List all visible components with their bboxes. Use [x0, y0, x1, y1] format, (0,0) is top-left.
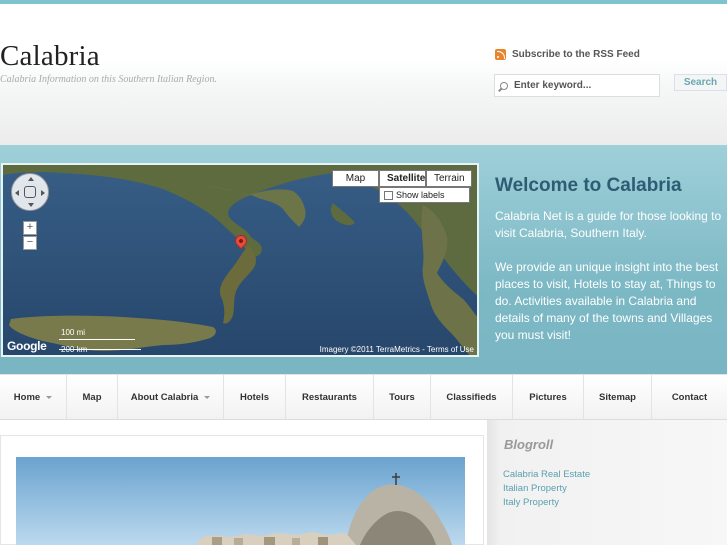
blogroll-link-italy-property[interactable]: Italy Property [503, 496, 590, 510]
search-button[interactable]: Search [674, 74, 727, 91]
map-type-selector: Map Satellite Terrain [332, 170, 472, 187]
nav-item-restaurants[interactable]: Restaurants [286, 375, 374, 419]
map-type-map[interactable]: Map [332, 170, 379, 187]
zoom-out-button[interactable]: − [23, 236, 37, 250]
show-labels-text: Show labels [396, 190, 445, 200]
nav-label: Tours [389, 391, 415, 403]
map-type-terrain[interactable]: Terrain [426, 170, 472, 187]
map-pan-control[interactable] [11, 173, 49, 211]
map-attribution[interactable]: Imagery ©2011 TerraMetrics - Terms of Us… [320, 345, 474, 354]
nav-label: Pictures [529, 391, 567, 403]
search-icon [500, 81, 508, 90]
welcome-title: Welcome to Calabria [495, 175, 682, 196]
coastal-town-image [16, 457, 465, 545]
pan-left-icon[interactable] [15, 190, 19, 196]
nav-item-tours[interactable]: Tours [374, 375, 431, 419]
show-labels-checkbox[interactable] [384, 190, 393, 200]
featured-photo[interactable] [16, 457, 465, 545]
chevron-down-icon [46, 395, 53, 399]
scale-miles: 100 mi [61, 328, 86, 337]
nav-label: Contact [671, 391, 708, 403]
nav-item-classifieds[interactable]: Classifieds [431, 375, 513, 419]
nav-label: Hotels [239, 391, 270, 403]
site-tagline: Calabria Information on this Southern It… [0, 74, 217, 85]
pan-up-icon[interactable] [28, 177, 34, 181]
nav-label: Restaurants [302, 391, 357, 403]
pan-right-icon[interactable] [41, 190, 45, 196]
map-logo: Google [7, 339, 47, 353]
blogroll-list: Calabria Real Estate Italian Property It… [503, 468, 590, 510]
nav-label: About Calabria [130, 391, 199, 403]
welcome-text: Calabria Net is a guide for those lookin… [495, 208, 727, 344]
blogroll-title: Blogroll [504, 437, 554, 452]
nav-label: Home [13, 391, 41, 403]
welcome-paragraph-2: We provide an unique insight into the be… [495, 260, 719, 342]
show-labels-toggle[interactable]: Show labels [379, 187, 470, 203]
nav-item-map[interactable]: Map [67, 375, 118, 419]
main-nav: Home Map About Calabria Hotels Restauran… [0, 374, 727, 420]
search-box [494, 74, 660, 97]
blogroll-link-italian-property[interactable]: Italian Property [503, 482, 590, 496]
map-scale: 100 mi 200 km [55, 327, 141, 355]
nav-item-contact[interactable]: Contact [652, 375, 727, 419]
map-controls: + − [11, 173, 49, 250]
rss-label: Subscribe to the RSS Feed [512, 49, 640, 60]
rss-subscribe-link[interactable]: Subscribe to the RSS Feed [495, 49, 640, 60]
nav-item-about-calabria[interactable]: About Calabria [118, 375, 224, 419]
search-input[interactable] [514, 80, 654, 91]
nav-item-pictures[interactable]: Pictures [513, 375, 584, 419]
map-widget[interactable]: + − Map Satellite Terrain Show labels Go… [1, 163, 479, 357]
hand-icon [24, 186, 36, 198]
nav-item-home[interactable]: Home [0, 375, 67, 419]
site-title[interactable]: Calabria [0, 40, 100, 73]
nav-label: Classifieds [446, 391, 497, 403]
nav-item-sitemap[interactable]: Sitemap [584, 375, 652, 419]
rss-icon [495, 49, 506, 60]
map-type-satellite[interactable]: Satellite [379, 170, 426, 187]
welcome-paragraph-1: Calabria Net is a guide for those lookin… [495, 209, 722, 240]
blogroll-link-calabria-real-estate[interactable]: Calabria Real Estate [503, 468, 590, 482]
nav-label: Map [82, 391, 102, 403]
chevron-down-icon [204, 395, 211, 399]
nav-item-hotels[interactable]: Hotels [224, 375, 286, 419]
pan-down-icon[interactable] [28, 203, 34, 207]
zoom-in-button[interactable]: + [23, 221, 37, 235]
nav-label: Sitemap [599, 391, 636, 403]
scale-km: 200 km [61, 345, 88, 354]
